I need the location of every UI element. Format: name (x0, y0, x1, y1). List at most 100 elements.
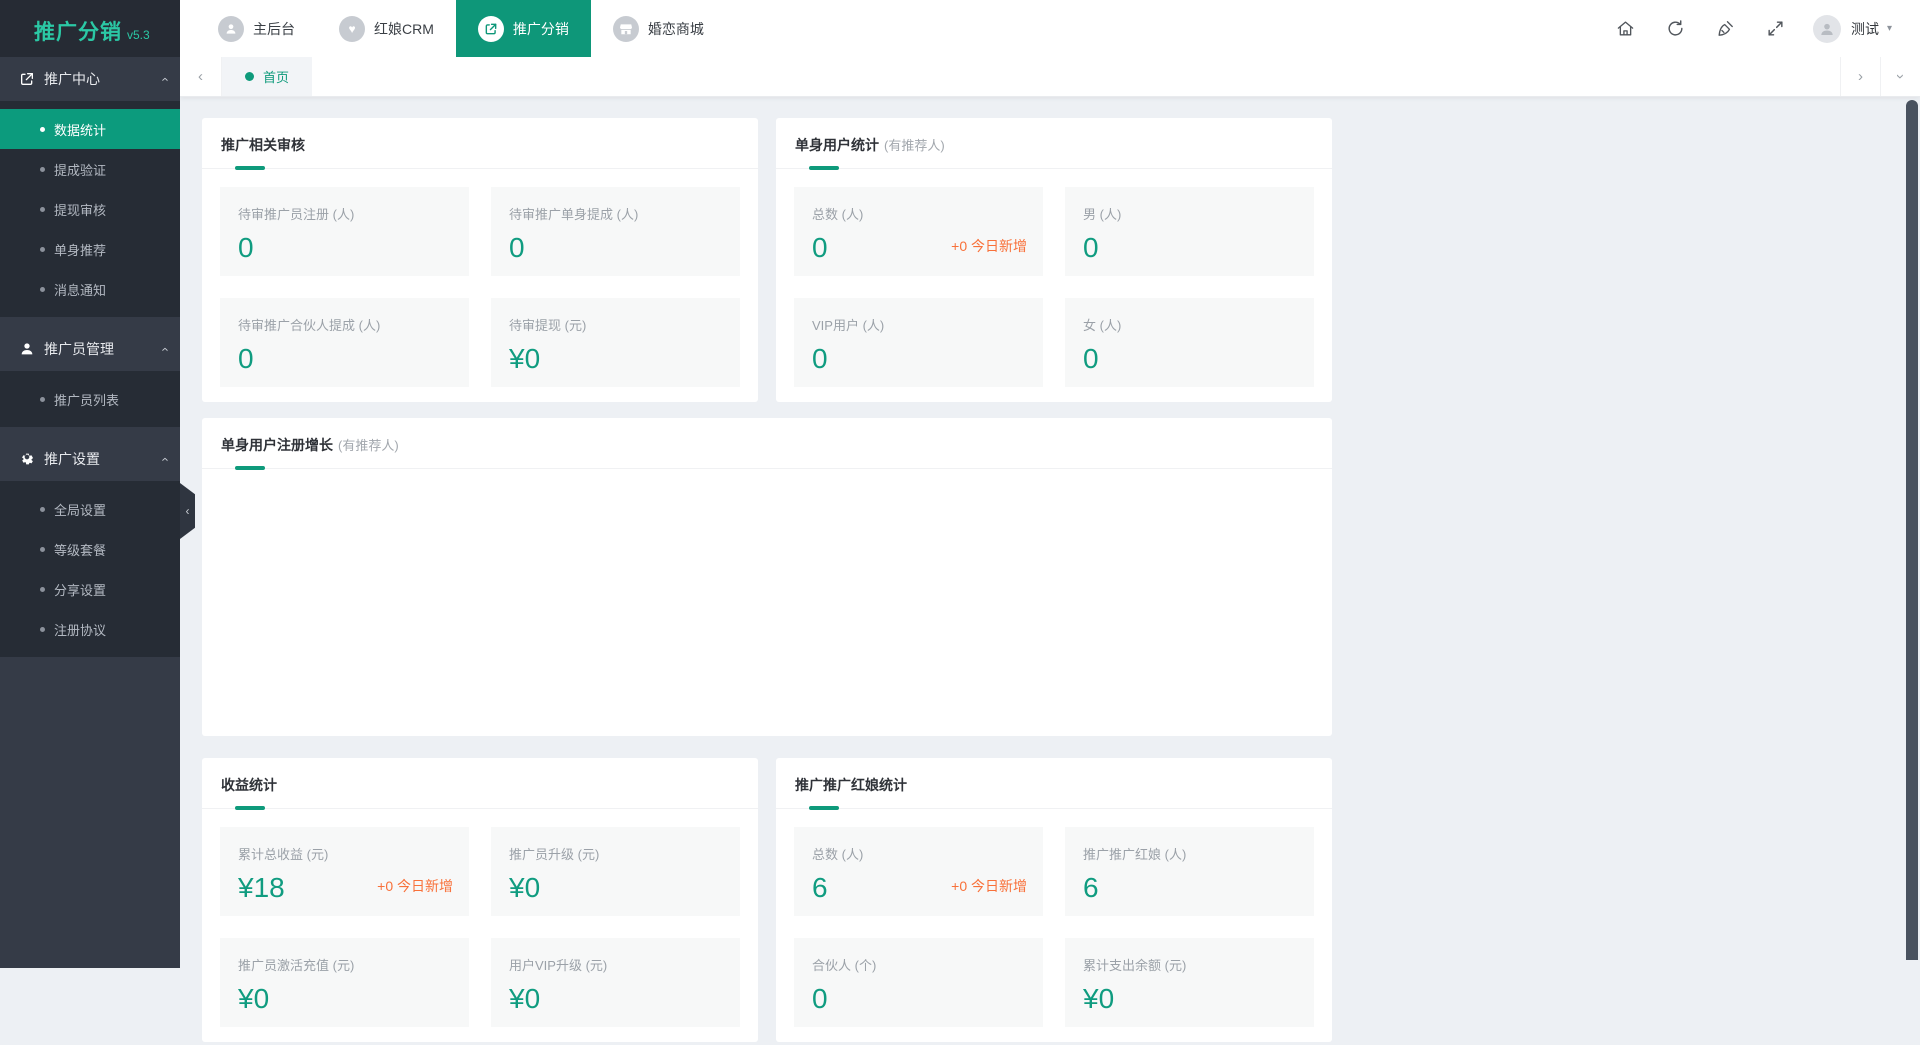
stat-tile: 男 (人) 0 (1065, 187, 1314, 276)
sidebar-item-label: 提成验证 (54, 160, 106, 179)
stat-label: 用户VIP升级 (元) (509, 955, 722, 974)
stat-value: ¥0 (509, 983, 722, 1015)
card-header: 推广推广红娘统计 (776, 758, 1332, 809)
stat-tile: 女 (人) 0 (1065, 298, 1314, 387)
sidebar-section-promoter-mgmt[interactable]: 推广员管理 › (0, 327, 180, 371)
title-accent-dash (809, 806, 839, 810)
nav-tab-matchmaker-crm[interactable]: ♥ 红娘CRM (317, 0, 456, 57)
sidebar-item-promoter-list[interactable]: 推广员列表 (0, 379, 180, 419)
stat-value: 0 (812, 343, 1025, 375)
app-logo: 推广分销 v5.3 (0, 0, 180, 57)
user-menu[interactable]: 测试 ▾ (1813, 15, 1892, 43)
sidebar-item-label: 消息通知 (54, 280, 106, 299)
top-navbar: 主后台 ♥ 红娘CRM 推广分销 婚恋商城 (180, 0, 1920, 57)
tabbar-scroll-left-button[interactable]: ‹ (180, 57, 222, 96)
card-header: 推广相关审核 (202, 118, 758, 169)
stat-label: 合伙人 (个) (812, 955, 1025, 974)
sidebar-item-global-settings[interactable]: 全局设置 (0, 489, 180, 529)
nav-tab-main-backend[interactable]: 主后台 (196, 0, 317, 57)
sidebar-item-share-settings[interactable]: 分享设置 (0, 569, 180, 609)
title-accent-dash (235, 466, 265, 470)
empty-chart-area (202, 469, 1332, 739)
cards-row-1: 推广相关审核 待审推广员注册 (人) 0 待审推广单身提成 (人) 0 待审推广… (202, 118, 1332, 402)
sidebar-item-withdraw-audit[interactable]: 提现审核 (0, 189, 180, 229)
chevron-up-icon: › (156, 347, 171, 351)
sidebar-item-single-recommend[interactable]: 单身推荐 (0, 229, 180, 269)
fullscreen-icon[interactable] (1751, 0, 1801, 57)
sidebar-section-promo-settings[interactable]: 推广设置 › (0, 437, 180, 481)
today-new-badge: +0 今日新增 (951, 236, 1027, 256)
gear-icon (18, 451, 35, 468)
home-icon[interactable] (1601, 0, 1651, 57)
card-header: 收益统计 (202, 758, 758, 809)
share-icon (478, 16, 504, 42)
bullet-dot-icon (40, 207, 45, 212)
stat-value: ¥0 (509, 872, 722, 904)
today-new-badge: +0 今日新增 (377, 876, 453, 896)
sidebar-item-label: 等级套餐 (54, 540, 106, 559)
card-single-users: 单身用户统计(有推荐人) 总数 (人) 0 +0 今日新增 男 (人) 0 VI… (776, 118, 1332, 402)
sidebar-item-register-agreement[interactable]: 注册协议 (0, 609, 180, 649)
title-accent-dash (235, 166, 265, 170)
submenu-promo-center: 数据统计 提成验证 提现审核 单身推荐 消息通知 (0, 101, 180, 317)
stat-label: 累计总收益 (元) (238, 844, 451, 863)
collapse-chevron-icon: ‹ (186, 504, 190, 518)
stat-label: 男 (人) (1083, 204, 1296, 223)
app-version: v5.3 (127, 28, 150, 42)
stat-label: 总数 (人) (812, 844, 1025, 863)
stat-value: 0 (1083, 343, 1296, 375)
bullet-dot-icon (40, 287, 45, 292)
card-revenue: 收益统计 累计总收益 (元) ¥18 +0 今日新增 推广员升级 (元) ¥0 … (202, 758, 758, 1042)
bullet-dot-icon (40, 627, 45, 632)
sidebar-item-data-stats[interactable]: 数据统计 (0, 109, 180, 149)
stat-label: 推广推广红娘 (人) (1083, 844, 1296, 863)
tabbar-right-controls: › › (1840, 57, 1920, 96)
chevron-up-icon: › (156, 77, 171, 81)
card-matchmaker-stats: 推广推广红娘统计 总数 (人) 6 +0 今日新增 推广推广红娘 (人) 6 合… (776, 758, 1332, 1042)
stat-tile: 用户VIP升级 (元) ¥0 (491, 938, 740, 1027)
card-body: 总数 (人) 6 +0 今日新增 推广推广红娘 (人) 6 合伙人 (个) 0 … (776, 809, 1332, 1045)
card-title: 推广相关审核 (221, 137, 305, 153)
cards-row-3: 收益统计 累计总收益 (元) ¥18 +0 今日新增 推广员升级 (元) ¥0 … (202, 758, 1332, 1042)
nav-tab-label: 主后台 (253, 19, 295, 39)
title-accent-dash (235, 806, 265, 810)
main-content: 推广相关审核 待审推广员注册 (人) 0 待审推广单身提成 (人) 0 待审推广… (180, 97, 1920, 968)
sidebar-item-label: 提现审核 (54, 200, 106, 219)
card-header: 单身用户统计(有推荐人) (776, 118, 1332, 169)
tabbar-dropdown-button[interactable]: › (1880, 57, 1920, 96)
today-new-badge: +0 今日新增 (951, 876, 1027, 896)
sidebar-section-label: 推广中心 (44, 69, 100, 89)
nav-tab-promo-distribution[interactable]: 推广分销 (456, 0, 591, 57)
card-body: 总数 (人) 0 +0 今日新增 男 (人) 0 VIP用户 (人) 0 女 (… (776, 169, 1332, 405)
tabbar-scroll-right-button[interactable]: › (1840, 57, 1880, 96)
sidebar-item-label: 单身推荐 (54, 240, 106, 259)
bullet-dot-icon (40, 247, 45, 252)
card-subtitle: (有推荐人) (884, 138, 945, 153)
nav-tab-marriage-mall[interactable]: 婚恋商城 (591, 0, 726, 57)
stat-label: VIP用户 (人) (812, 315, 1025, 334)
navbar-toolbar: 测试 ▾ (1601, 0, 1920, 57)
stat-tile: 待审推广合伙人提成 (人) 0 (220, 298, 469, 387)
sidebar-item-commission-verify[interactable]: 提成验证 (0, 149, 180, 189)
sidebar-section-promo-center[interactable]: 推广中心 › (0, 57, 180, 101)
sidebar-item-label: 分享设置 (54, 580, 106, 599)
submenu-promo-settings: 全局设置 等级套餐 分享设置 注册协议 (0, 481, 180, 657)
sidebar-item-message-notice[interactable]: 消息通知 (0, 269, 180, 309)
page-tab-home[interactable]: 首页 (222, 57, 312, 96)
sidebar-section-label: 推广员管理 (44, 339, 114, 359)
refresh-icon[interactable] (1651, 0, 1701, 57)
stat-value: 6 (1083, 872, 1296, 904)
vertical-scrollbar-thumb[interactable] (1906, 100, 1918, 960)
page-tabbar: ‹ 首页 › › (180, 57, 1920, 97)
stat-label: 推广员升级 (元) (509, 844, 722, 863)
clean-icon[interactable] (1701, 0, 1751, 57)
sidebar-item-level-packages[interactable]: 等级套餐 (0, 529, 180, 569)
stat-tile: 待审提现 (元) ¥0 (491, 298, 740, 387)
card-title: 推广推广红娘统计 (795, 777, 907, 793)
stat-tile: 合伙人 (个) 0 (794, 938, 1043, 1027)
sidebar-section-label: 推广设置 (44, 449, 100, 469)
stat-value: ¥0 (509, 343, 722, 375)
heart-icon: ♥ (339, 16, 365, 42)
stat-tile: VIP用户 (人) 0 (794, 298, 1043, 387)
chevron-right-icon: › (1858, 68, 1863, 85)
